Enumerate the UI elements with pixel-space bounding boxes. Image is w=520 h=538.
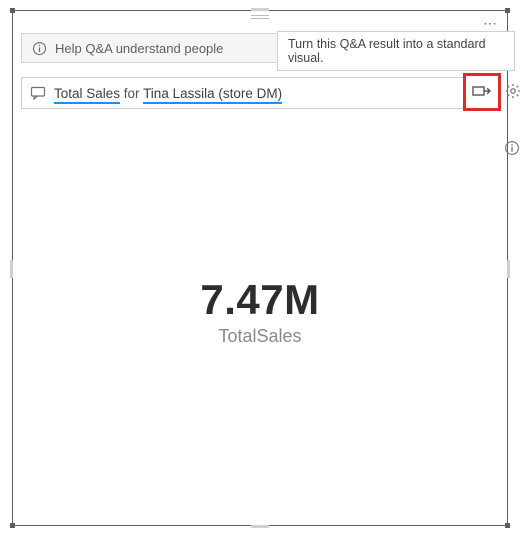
resize-handle-l[interactable] bbox=[10, 260, 13, 278]
qna-term-connector: for bbox=[120, 86, 143, 101]
gear-icon bbox=[505, 83, 520, 99]
more-options-button[interactable]: ⋯ bbox=[483, 15, 499, 32]
visual-info-button[interactable] bbox=[503, 139, 520, 157]
convert-to-standard-visual-button[interactable] bbox=[463, 73, 501, 111]
resize-handle-bl[interactable] bbox=[10, 523, 15, 528]
drag-grip-icon[interactable] bbox=[251, 15, 269, 19]
resize-handle-t[interactable] bbox=[251, 8, 269, 11]
resize-handle-br[interactable] bbox=[505, 523, 510, 528]
teach-qna-banner-text: Help Q&A understand people bbox=[55, 41, 223, 56]
qna-term-person[interactable]: Tina Lassila (store DM) bbox=[143, 86, 282, 104]
chat-icon bbox=[30, 85, 46, 101]
canvas: ⋯ Help Q&A understand people Turn this Q… bbox=[0, 0, 520, 538]
qna-settings-button[interactable] bbox=[503, 81, 520, 101]
card-visual: 7.47M TotalSales bbox=[13, 276, 507, 347]
qna-term-total-sales[interactable]: Total Sales bbox=[54, 86, 120, 104]
resize-handle-r[interactable] bbox=[507, 260, 510, 278]
qna-question-input[interactable]: Total Sales for Tina Lassila (store DM) bbox=[21, 77, 477, 109]
resize-handle-b[interactable] bbox=[251, 525, 269, 528]
resize-handle-tl[interactable] bbox=[10, 8, 15, 13]
metric-value: 7.47M bbox=[13, 276, 507, 324]
metric-label: TotalSales bbox=[13, 326, 507, 347]
convert-visual-tooltip: Turn this Q&A result into a standard vis… bbox=[277, 31, 515, 71]
info-icon bbox=[32, 41, 47, 56]
convert-visual-icon bbox=[472, 83, 492, 101]
qna-visual-frame[interactable]: ⋯ Help Q&A understand people Turn this Q… bbox=[12, 10, 508, 526]
convert-visual-tooltip-text: Turn this Q&A result into a standard vis… bbox=[288, 37, 504, 65]
info-icon bbox=[504, 140, 520, 156]
qna-question-text: Total Sales for Tina Lassila (store DM) bbox=[54, 86, 282, 101]
resize-handle-tr[interactable] bbox=[505, 8, 510, 13]
